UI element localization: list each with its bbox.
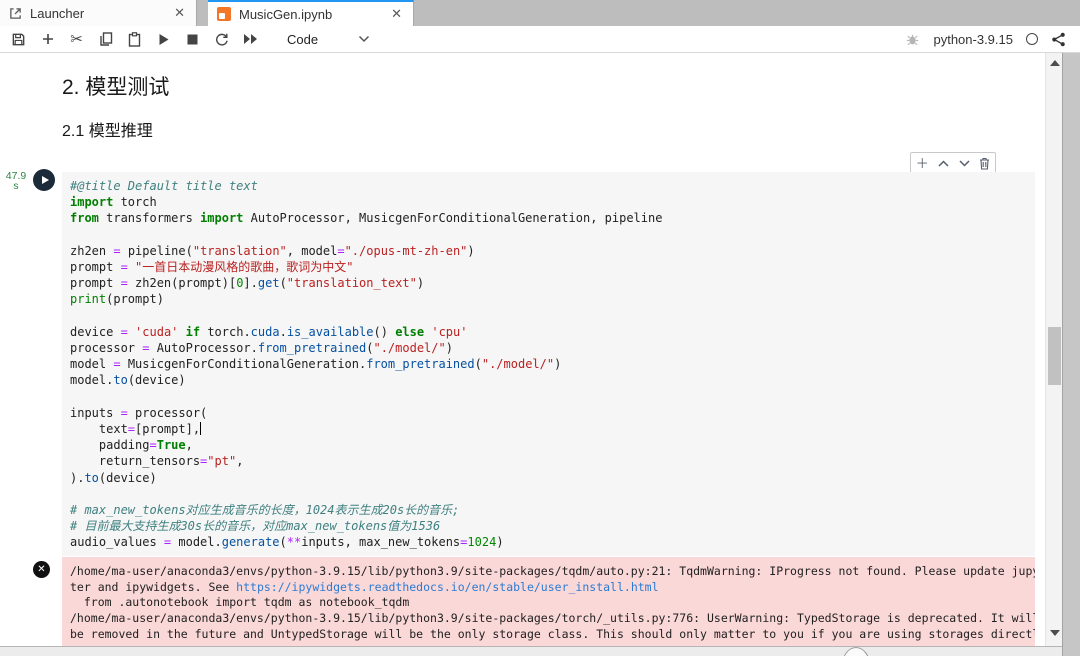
launcher-icon xyxy=(9,7,22,20)
execution-time: 47.9 s xyxy=(2,171,30,191)
jupyter-notebook-window: Launcher ✕ MusicGen.ipynb ✕ ✂ xyxy=(0,0,1080,656)
err-line: /home/ma-user/anaconda3/envs/python-3.9.… xyxy=(70,611,1027,627)
code-line xyxy=(70,486,1027,502)
code-line xyxy=(70,389,1027,405)
tab-musicgen[interactable]: MusicGen.ipynb ✕ xyxy=(208,0,414,26)
run-all-button[interactable] xyxy=(242,31,259,48)
run-cell-button[interactable] xyxy=(33,169,55,191)
tab-launcher[interactable]: Launcher ✕ xyxy=(0,0,197,26)
restart-icon xyxy=(215,32,229,46)
output-collapse-button[interactable]: ✕ xyxy=(33,561,50,578)
stderr-link[interactable]: https://ipywidgets.readthedocs.io/en/sta… xyxy=(236,580,658,594)
restart-kernel-button[interactable] xyxy=(213,31,230,48)
add-cell-below-button[interactable]: ＋ xyxy=(916,157,929,170)
tab-bar: Launcher ✕ MusicGen.ipynb ✕ xyxy=(0,0,1080,26)
stderr-output: /home/ma-user/anaconda3/envs/python-3.9.… xyxy=(62,557,1035,646)
kernel-status-icon xyxy=(1026,33,1038,45)
close-icon[interactable]: ✕ xyxy=(389,6,404,22)
fast-forward-icon xyxy=(243,33,258,45)
paste-icon xyxy=(128,32,141,47)
code-line: inputs = processor( xyxy=(70,405,1027,421)
move-cell-down-button[interactable] xyxy=(959,160,970,167)
cell-type-value: Code xyxy=(287,32,318,47)
code-line: return_tensors="pt", xyxy=(70,453,1027,469)
close-icon[interactable]: ✕ xyxy=(172,5,187,21)
code-line: print(prompt) xyxy=(70,291,1027,307)
save-button[interactable] xyxy=(10,31,27,48)
code-line: # 目前最大支持生成30s长的音乐，对应max_new_tokens值为1536 xyxy=(70,518,1027,534)
notebook-icon xyxy=(217,7,231,21)
err-line: ter and ipywidgets. See https://ipywidge… xyxy=(70,580,1027,596)
code-line xyxy=(70,227,1027,243)
code-line: import torch xyxy=(70,194,1027,210)
cell-type-dropdown[interactable]: Code xyxy=(287,32,370,47)
debugger-bug-icon[interactable] xyxy=(905,32,920,47)
add-cell-button[interactable] xyxy=(39,31,56,48)
trash-icon xyxy=(979,157,990,170)
code-line: model.to(device) xyxy=(70,372,1027,388)
chevron-down-icon xyxy=(959,160,970,167)
code-editor[interactable]: #@title Default title textimport torchfr… xyxy=(62,172,1035,556)
play-icon xyxy=(42,176,49,184)
err-line: from .autonotebook import tqdm as notebo… xyxy=(70,595,1027,611)
markdown-heading-1: 2. 模型测试 xyxy=(62,71,169,101)
delete-cell-button[interactable] xyxy=(979,157,990,170)
scrollbar-thumb[interactable] xyxy=(1048,327,1061,385)
code-line: from transformers import AutoProcessor, … xyxy=(70,210,1027,226)
stop-button[interactable] xyxy=(184,31,201,48)
code-line: # max_new_tokens对应生成音乐的长度，1024表示生成20s长的音… xyxy=(70,502,1027,518)
code-line: text=[prompt], xyxy=(70,421,1027,437)
bottom-panel xyxy=(0,646,1062,656)
code-line: model = MusicgenForConditionalGeneration… xyxy=(70,356,1027,372)
code-line: padding=True, xyxy=(70,437,1027,453)
scissors-icon: ✂ xyxy=(70,30,83,48)
code-line: zh2en = pipeline("translation", model=".… xyxy=(70,243,1027,259)
code-line: ).to(device) xyxy=(70,470,1027,486)
markdown-heading-2: 2.1 模型推理 xyxy=(62,117,153,141)
save-icon xyxy=(11,32,26,47)
vertical-scrollbar[interactable] xyxy=(1045,53,1062,646)
stop-icon xyxy=(187,34,198,45)
paste-cell-button[interactable] xyxy=(126,31,143,48)
err-line: be removed in the future and UntypedStor… xyxy=(70,627,1027,643)
code-line: prompt = zh2en(prompt)[0].get("translati… xyxy=(70,275,1027,291)
run-icon xyxy=(158,33,170,46)
move-cell-up-button[interactable] xyxy=(938,160,949,167)
notebook-toolbar: ✂ Code python-3.9.15 xyxy=(0,26,1080,53)
code-line: audio_values = model.generate(**inputs, … xyxy=(70,534,1027,550)
code-line: processor = AutoProcessor.from_pretraine… xyxy=(70,340,1027,356)
copy-icon xyxy=(99,32,113,46)
plus-icon xyxy=(41,32,55,46)
tab-label: MusicGen.ipynb xyxy=(239,7,381,22)
share-icon[interactable] xyxy=(1051,32,1066,47)
window-right-edge xyxy=(1062,53,1080,656)
err-line: /home/ma-user/anaconda3/envs/python-3.9.… xyxy=(70,564,1027,580)
kernel-name[interactable]: python-3.9.15 xyxy=(933,32,1013,47)
chevron-up-icon xyxy=(938,160,949,167)
tab-label: Launcher xyxy=(30,6,164,21)
code-line xyxy=(70,308,1027,324)
scroll-down-arrow-icon[interactable] xyxy=(1050,630,1060,636)
copy-cell-button[interactable] xyxy=(97,31,114,48)
notebook-content: 2. 模型测试 2.1 模型推理 ＋ 47.9 s #@title Defaul… xyxy=(0,53,1062,646)
code-line: #@title Default title text xyxy=(70,178,1027,194)
code-line: prompt = "一首日本动漫风格的歌曲，歌词为中文" xyxy=(70,259,1027,275)
cut-cell-button[interactable]: ✂ xyxy=(68,31,85,48)
scroll-up-arrow-icon[interactable] xyxy=(1050,60,1060,66)
chevron-down-icon xyxy=(358,35,370,43)
run-button[interactable] xyxy=(155,31,172,48)
code-line: device = 'cuda' if torch.cuda.is_availab… xyxy=(70,324,1027,340)
